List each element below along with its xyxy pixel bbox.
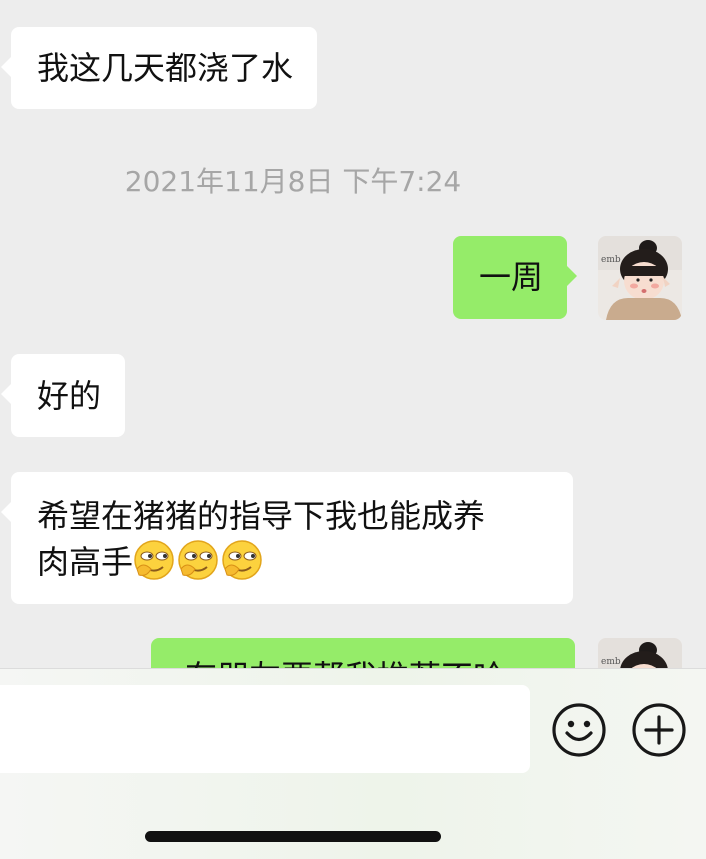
plus-button[interactable] xyxy=(630,701,688,759)
message-text: 希望在猪猪的指导下我也能成养 xyxy=(37,497,486,535)
user-avatar[interactable]: emb xyxy=(598,236,682,320)
outgoing-message-bubble[interactable]: 有朋友要帮我推荐不哈 xyxy=(151,638,585,672)
smirk-emoji-icon xyxy=(134,540,174,580)
incoming-message-bubble[interactable]: 希望在猪猪的指导下我也能成养 肉高手 xyxy=(1,472,573,604)
message-input[interactable] xyxy=(0,685,530,773)
incoming-message-bubble[interactable]: 好的 xyxy=(0,354,126,437)
user-avatar[interactable]: emb xyxy=(598,638,682,672)
plus-circle-icon xyxy=(632,703,686,757)
message-text: 我这几天都浇了水 xyxy=(37,49,294,87)
smiley-face-icon xyxy=(552,703,606,757)
svg-text:emb: emb xyxy=(601,255,621,265)
outgoing-message-bubble[interactable]: 一周 xyxy=(453,236,578,319)
incoming-message-bubble[interactable]: 我这几天都浇了水 xyxy=(0,27,318,109)
smirk-emoji-icon xyxy=(178,540,218,580)
message-text-line: 肉高手 xyxy=(37,539,549,585)
emoji-button[interactable] xyxy=(550,701,608,759)
smirk-emoji-icon xyxy=(222,540,262,580)
chat-message-list[interactable]: 我这几天都浇了水 2021年11月8日 下午7:24 一周 emb 好的 希望在… xyxy=(0,0,706,672)
message-text: 好的 xyxy=(37,377,102,415)
message-text-continued: 肉高手 xyxy=(37,543,134,581)
message-text: 一周 xyxy=(479,258,544,296)
svg-text:emb: emb xyxy=(601,657,621,667)
message-timestamp: 2021年11月8日 下午7:24 xyxy=(124,165,462,198)
avatar-photo-icon: emb xyxy=(598,638,682,672)
avatar-photo-icon: emb xyxy=(598,236,682,320)
home-indicator[interactable] xyxy=(145,831,441,842)
